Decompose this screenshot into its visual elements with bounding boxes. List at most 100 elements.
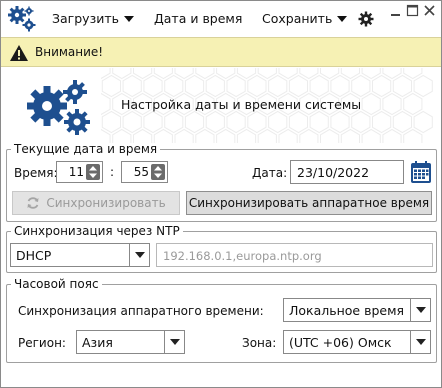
hexagon-cell bbox=[372, 74, 392, 98]
hexagon-cell bbox=[184, 110, 205, 134]
warning-bar: Внимание! bbox=[1, 37, 441, 67]
hexagon-cell bbox=[247, 110, 267, 134]
hexagon-cell bbox=[268, 74, 288, 98]
settings-gears-icon bbox=[27, 80, 90, 135]
menu-load[interactable]: Загрузить bbox=[52, 11, 134, 26]
hours-stepper[interactable]: 11 bbox=[56, 161, 103, 183]
gear-icon[interactable] bbox=[358, 11, 374, 27]
ntp-mode-value: DHCP bbox=[16, 248, 52, 263]
hexagon-cell bbox=[299, 68, 319, 80]
chevron-down-icon[interactable] bbox=[164, 331, 184, 353]
hexagon-cell bbox=[143, 74, 163, 98]
hexagon-cell bbox=[205, 110, 225, 134]
stepper-arrows-icon[interactable] bbox=[86, 164, 100, 180]
date-label: Дата: bbox=[252, 166, 288, 180]
hexagon-cell bbox=[361, 128, 381, 143]
refresh-icon bbox=[27, 197, 39, 209]
zone-label: Зона: bbox=[242, 336, 277, 350]
region-value: Азия bbox=[82, 335, 113, 350]
menu-save[interactable]: Сохранить bbox=[262, 11, 348, 26]
time-label: Время: bbox=[14, 166, 58, 180]
warning-icon bbox=[10, 45, 28, 61]
timezone-legend: Часовой пояс bbox=[14, 277, 99, 291]
hexagon-cell bbox=[351, 74, 371, 98]
hexagon-cell bbox=[216, 68, 236, 80]
hexagon-cell bbox=[382, 128, 402, 143]
hexagon-cell bbox=[268, 110, 288, 134]
hexagon-cell bbox=[195, 68, 215, 80]
hexagon-cell bbox=[299, 128, 319, 143]
hexagon-cell bbox=[382, 92, 402, 116]
hours-value: 11 bbox=[68, 165, 84, 179]
menu-datetime-label: Дата и время bbox=[154, 11, 243, 26]
hexagon-cell bbox=[413, 74, 433, 98]
sync-hardware-button[interactable]: Синхронизировать аппаратное время bbox=[186, 191, 432, 215]
sync-button-label: Синхронизировать bbox=[46, 196, 166, 210]
hexagon-cell bbox=[247, 74, 267, 98]
minutes-stepper[interactable]: 55 bbox=[121, 161, 168, 183]
hexagon-cell bbox=[382, 68, 402, 80]
hexagon-cell bbox=[216, 128, 236, 143]
hexagon-cell bbox=[153, 128, 173, 143]
hexagon-cell bbox=[133, 128, 153, 143]
hexagon-cell bbox=[226, 110, 246, 134]
hexagon-cell bbox=[361, 92, 381, 116]
hexagon-cell bbox=[288, 110, 308, 134]
hexagon-cell bbox=[330, 110, 350, 134]
hw-sync-label: Синхронизация аппаратного времени: bbox=[18, 304, 264, 318]
hexagon-cell bbox=[278, 128, 298, 143]
zone-value: (UTC +06) Омск bbox=[289, 335, 392, 350]
chevron-down-icon[interactable] bbox=[410, 299, 430, 321]
chevron-down-icon[interactable] bbox=[129, 244, 149, 266]
minimize-icon[interactable] bbox=[389, 4, 403, 18]
region-select[interactable]: Азия bbox=[76, 330, 185, 354]
chevron-down-icon[interactable] bbox=[410, 331, 430, 353]
menu-datetime[interactable]: Дата и время bbox=[154, 11, 242, 26]
hexagon-cell bbox=[112, 68, 132, 80]
hexagon-cell bbox=[413, 110, 433, 134]
hw-sync-value: Локальное время bbox=[289, 303, 405, 318]
ntp-mode-select[interactable]: DHCP bbox=[10, 243, 150, 267]
hexagon-cell bbox=[236, 128, 257, 143]
region-label: Регион: bbox=[18, 336, 66, 350]
hw-sync-select[interactable]: Локальное время bbox=[283, 298, 431, 322]
hexagon-cell bbox=[236, 68, 257, 80]
hexagon-cell bbox=[392, 110, 412, 134]
hexagon-cell bbox=[164, 110, 184, 134]
hexagon-cell bbox=[133, 68, 153, 80]
ntp-servers-field[interactable]: 192.168.0.1,europa.ntp.org bbox=[156, 243, 433, 267]
close-icon[interactable] bbox=[423, 4, 437, 18]
hexagon-cell bbox=[340, 128, 360, 143]
hexagon-cell bbox=[372, 110, 392, 134]
hexagon-cell bbox=[340, 68, 360, 80]
hexagon-cell bbox=[195, 128, 215, 143]
date-field[interactable]: 23/10/2022 bbox=[290, 160, 404, 184]
calendar-icon[interactable] bbox=[410, 160, 432, 184]
hexagon-cell bbox=[164, 74, 184, 98]
maximize-icon[interactable] bbox=[406, 4, 420, 18]
menu-save-label: Сохранить bbox=[262, 11, 333, 26]
date-value: 23/10/2022 bbox=[297, 165, 370, 180]
hexagon-cell bbox=[278, 68, 298, 80]
hexagon-cell bbox=[153, 68, 173, 80]
hexagon-cell bbox=[309, 110, 329, 134]
zone-select[interactable]: (UTC +06) Омск bbox=[283, 330, 431, 354]
current-datetime-legend: Текущие дата и время bbox=[14, 142, 158, 156]
app-window: Загрузить Дата и время Сохранить Внимани… bbox=[0, 0, 442, 388]
hexagon-cell bbox=[122, 74, 142, 98]
ntp-legend: Синхронизация через NTP bbox=[14, 224, 180, 238]
minutes-value: 55 bbox=[133, 165, 149, 179]
hexagon-cell bbox=[257, 68, 277, 80]
hexagon-cell bbox=[174, 68, 194, 80]
hexagon-cell bbox=[101, 92, 111, 116]
app-gears-icon bbox=[8, 6, 36, 32]
hexagon-cell bbox=[112, 128, 132, 143]
sync-button[interactable]: Синхронизировать bbox=[12, 191, 180, 215]
hexagon-cell bbox=[320, 128, 340, 143]
hexagon-cell bbox=[330, 74, 350, 98]
hexagon-cell bbox=[309, 74, 329, 98]
hexagon-cell bbox=[257, 128, 277, 143]
stepper-arrows-icon[interactable] bbox=[151, 164, 165, 180]
warning-text: Внимание! bbox=[35, 45, 104, 59]
hexagon-cell bbox=[143, 110, 163, 134]
